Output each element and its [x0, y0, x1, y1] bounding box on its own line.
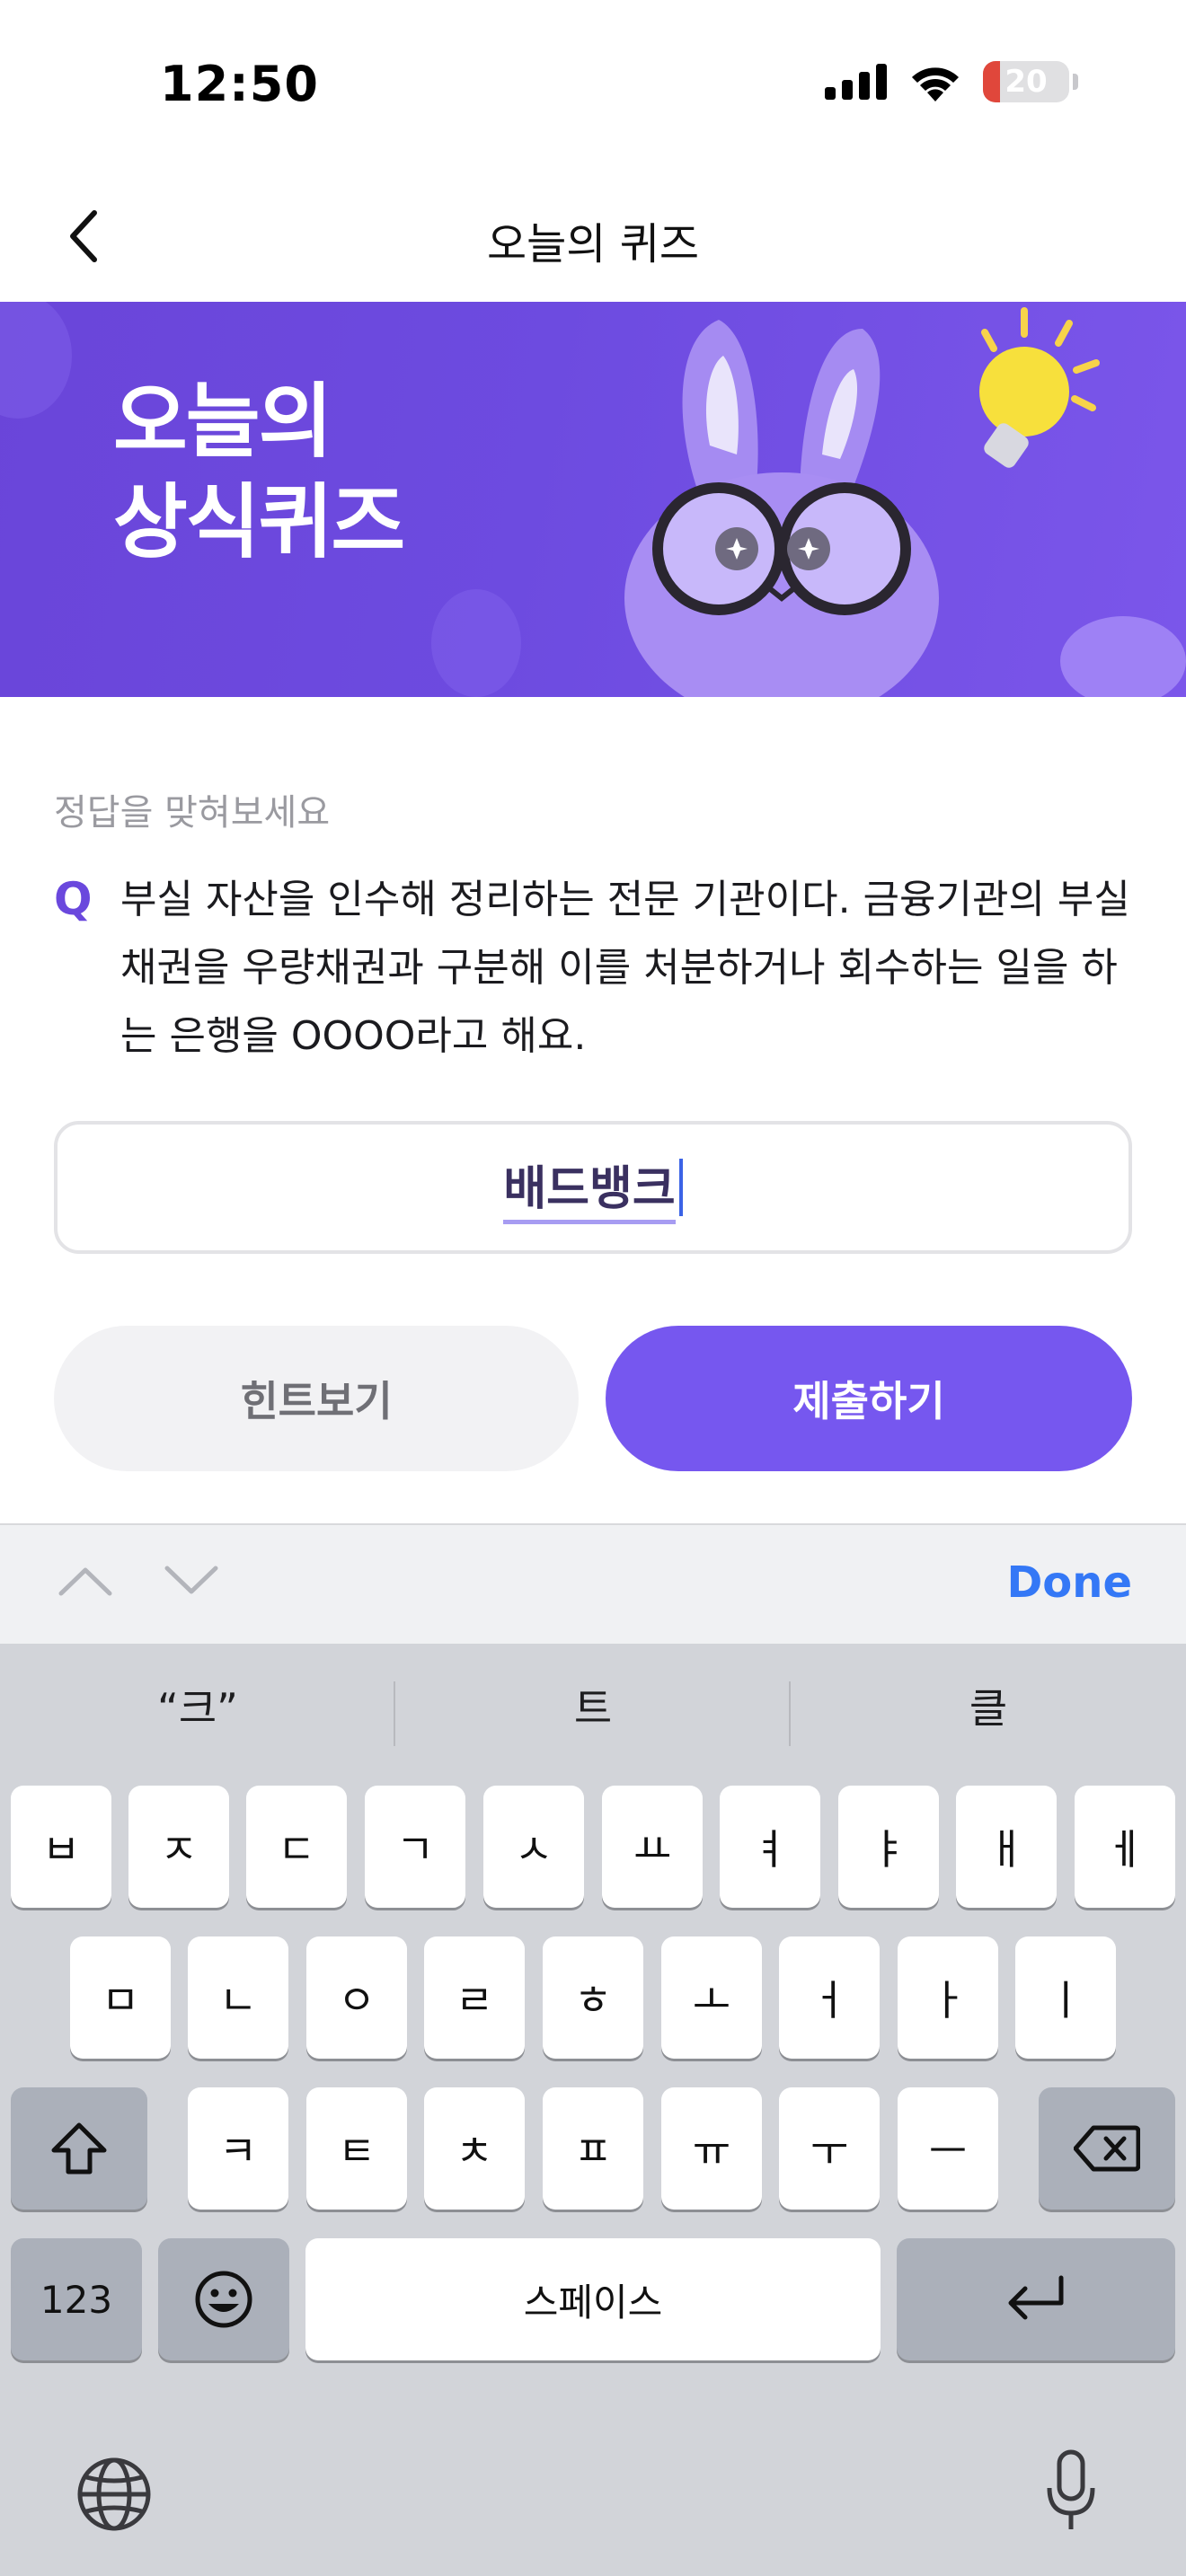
chevron-up-icon — [58, 1567, 112, 1596]
suggestion-item[interactable]: 클 — [791, 1676, 1186, 1735]
dictation-button[interactable] — [1044, 2448, 1098, 2538]
quiz-content: 정답을 맞혀보세요 Q 부실 자산을 인수해 정리하는 전문 기관이다. 금융기… — [0, 697, 1186, 1523]
suggestion-item[interactable]: 트 — [395, 1676, 791, 1735]
lightbulb-icon — [979, 307, 1100, 468]
battery-tip — [1073, 74, 1078, 90]
suggestion-item[interactable]: “크” — [0, 1676, 395, 1735]
banner-title-line2: 상식퀴즈 — [113, 475, 405, 569]
quiz-banner: 오늘의 상식퀴즈 — [0, 302, 1186, 697]
key[interactable]: ㅁ — [70, 1936, 171, 2059]
key[interactable]: ㅕ — [720, 1786, 820, 1908]
key[interactable]: ㅅ — [483, 1786, 584, 1908]
key[interactable]: ㅓ — [779, 1936, 880, 2059]
numbers-key[interactable]: 123 — [11, 2238, 142, 2360]
status-time: 12:50 — [160, 56, 319, 112]
nav-bar: 오늘의 퀴즈 — [0, 171, 1186, 302]
quiz-prompt: 정답을 맞혀보세요 — [54, 792, 331, 834]
key[interactable]: ㅇ — [306, 1936, 407, 2059]
submit-button[interactable]: 제출하기 — [606, 1326, 1132, 1471]
banner-title: 오늘의 상식퀴즈 — [113, 372, 405, 573]
battery-percent: 20 — [1005, 64, 1048, 100]
return-icon — [1008, 2275, 1064, 2320]
return-key[interactable] — [897, 2238, 1175, 2360]
done-button[interactable]: Done — [1006, 1557, 1132, 1608]
answer-input-value: 배드뱅크 — [503, 1151, 676, 1224]
previous-field-button[interactable] — [58, 1563, 113, 1602]
next-field-button[interactable] — [164, 1563, 219, 1602]
key[interactable]: ㅔ — [1075, 1786, 1175, 1908]
chevron-down-icon — [164, 1566, 218, 1594]
key[interactable]: ㄴ — [188, 1936, 288, 2059]
space-key[interactable]: 스페이스 — [305, 2238, 881, 2360]
key[interactable]: ㅗ — [661, 1936, 762, 2059]
key[interactable]: ㄱ — [365, 1786, 465, 1908]
hint-button[interactable]: 힌트보기 — [54, 1326, 579, 1471]
question-text: 부실 자산을 인수해 정리하는 전문 기관이다. 금융기관의 부실채권을 우량채… — [120, 877, 1130, 1059]
battery-level — [983, 61, 1001, 102]
keyboard-bottom-bar — [0, 2416, 1186, 2576]
answer-input[interactable]: 배드뱅크 — [54, 1121, 1132, 1254]
microphone-icon — [1047, 2449, 1095, 2529]
key[interactable]: ㅠ — [661, 2087, 762, 2210]
key[interactable]: ㅂ — [11, 1786, 111, 1908]
emoji-key[interactable] — [158, 2238, 289, 2360]
key[interactable]: ㅏ — [898, 1936, 998, 2059]
suggestion-bar: “크” 트 클 — [0, 1644, 1186, 1778]
key[interactable]: ㅐ — [956, 1786, 1057, 1908]
key[interactable]: ㅛ — [602, 1786, 703, 1908]
globe-icon — [77, 2457, 151, 2531]
key[interactable]: ㅊ — [424, 2087, 525, 2210]
key[interactable]: ㅌ — [306, 2087, 407, 2210]
shift-icon — [51, 2122, 107, 2175]
key[interactable]: ㄹ — [424, 1936, 525, 2059]
key[interactable]: ㅑ — [838, 1786, 939, 1908]
key[interactable]: ㄷ — [246, 1786, 347, 1908]
key[interactable]: ㅡ — [898, 2087, 998, 2210]
emoji-icon — [195, 2271, 252, 2328]
rabbit-mascot-icon — [624, 320, 939, 697]
status-bar: 12:50 20 — [0, 0, 1186, 171]
wifi-icon — [912, 67, 959, 101]
key[interactable]: ㅣ — [1015, 1936, 1116, 2059]
globe-button[interactable] — [75, 2456, 153, 2536]
keyboard-accessory-bar: Done — [0, 1523, 1186, 1644]
key[interactable]: ㅎ — [543, 1936, 643, 2059]
key[interactable]: ㅍ — [543, 2087, 643, 2210]
key[interactable]: ㅋ — [188, 2087, 288, 2210]
question-marker: Q — [54, 873, 93, 925]
shift-key[interactable] — [11, 2087, 147, 2210]
backspace-icon — [1074, 2125, 1140, 2172]
keyboard: “크” 트 클 ㅂ ㅈ ㄷ ㄱ ㅅ ㅛ ㅕ ㅑ ㅐ ㅔ ㅁ ㄴ ㅇ ㄹ ㅎ ㅗ … — [0, 1644, 1186, 2576]
battery-icon: 20 — [983, 61, 1069, 102]
page-title: 오늘의 퀴즈 — [486, 219, 700, 269]
key[interactable]: ㅜ — [779, 2087, 880, 2210]
key[interactable]: ㅈ — [128, 1786, 229, 1908]
delete-key[interactable] — [1039, 2087, 1175, 2210]
cellular-signal-icon — [825, 64, 887, 100]
text-cursor — [678, 1159, 683, 1216]
banner-title-line1: 오늘의 — [113, 375, 332, 469]
status-icons: 20 — [825, 61, 1078, 102]
